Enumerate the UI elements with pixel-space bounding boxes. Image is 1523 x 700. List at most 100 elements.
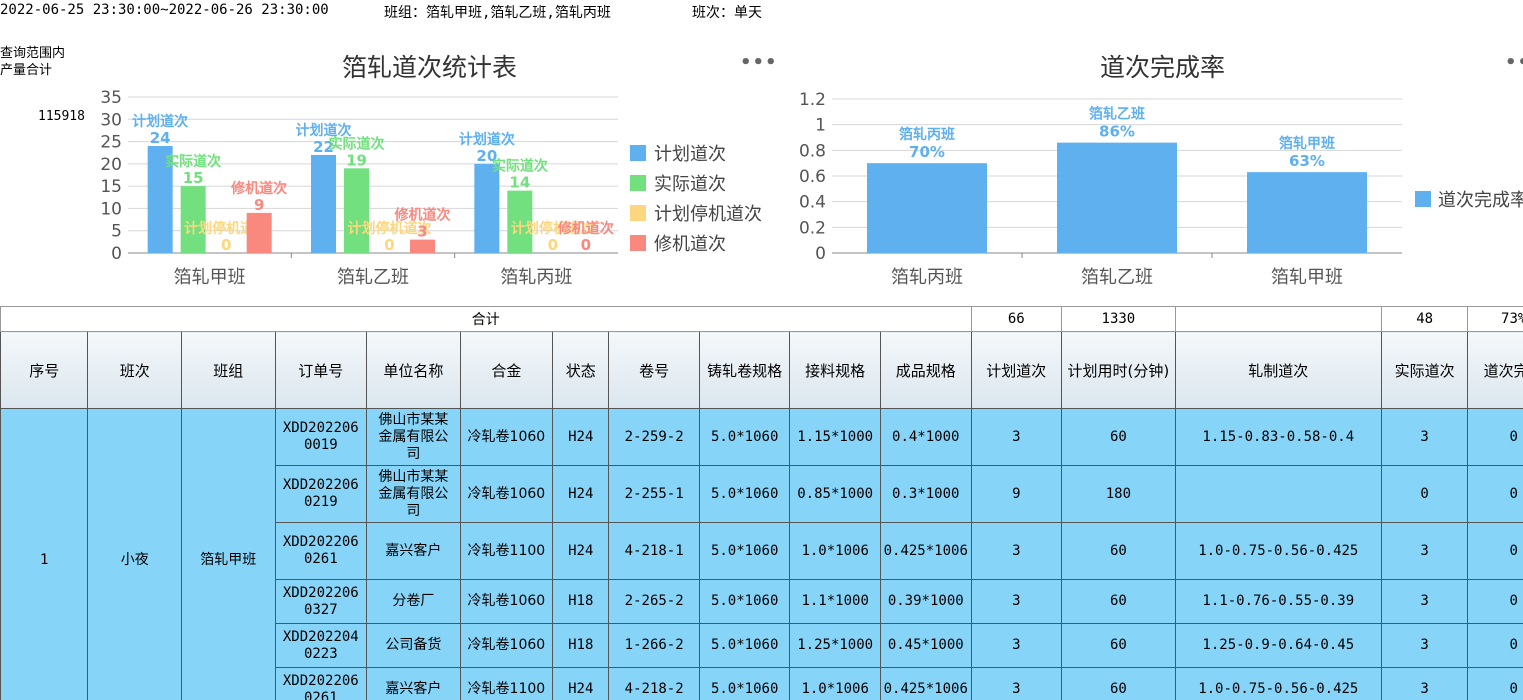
legend-swatch	[630, 145, 646, 161]
data-label: 14	[509, 174, 530, 192]
coil-number-cell: 4-218-1	[608, 522, 700, 580]
column-header[interactable]: 班组	[181, 331, 276, 409]
summary-plan-passes: 66	[970, 306, 1063, 332]
bar	[180, 186, 206, 253]
cast-spec-cell: 5.0*1060	[698, 579, 791, 624]
feed-spec-cell: 1.0*1006	[789, 522, 881, 580]
summary-actual-passes: 48	[1380, 306, 1469, 332]
completion-rate-cell: 0	[1467, 579, 1523, 624]
pass-stats-chart-menu-button[interactable]: •••	[740, 52, 778, 73]
data-label: 0	[384, 236, 394, 254]
legend-label: 实际道次	[654, 174, 726, 195]
completion-rate-chart-title: 道次完成率	[1100, 53, 1226, 82]
y-tick-label: 1	[815, 116, 826, 136]
column-header[interactable]: 成品规格	[879, 331, 972, 409]
product-spec-cell: 0.45*1000	[879, 623, 972, 668]
plan-minutes-cell: 60	[1061, 623, 1176, 668]
row-shift-cell: 小夜	[87, 408, 183, 700]
date-range-text: 2022-06-25 23:30:00~2022-06-26 23:30:00	[0, 2, 329, 18]
customer-cell: 分卷厂	[366, 579, 461, 624]
column-header[interactable]: 实际道次	[1380, 331, 1469, 409]
product-spec-cell: 0.4*1000	[879, 408, 972, 466]
feed-spec-cell: 1.0*1006	[789, 667, 881, 700]
cast-spec-cell: 5.0*1060	[698, 522, 791, 580]
column-header[interactable]: 道次完成	[1467, 331, 1523, 409]
data-label: 70%	[909, 143, 945, 161]
order-number-cell: XDD2022060261	[274, 667, 368, 700]
customer-cell: 嘉兴客户	[366, 667, 461, 700]
product-spec-cell: 0.39*1000	[879, 579, 972, 624]
series-label: 修机道次	[230, 180, 287, 197]
summary-pass-sequence	[1174, 306, 1382, 332]
pass-sequence-cell: 1.15-0.83-0.58-0.4	[1174, 408, 1382, 466]
row-seq-cell: 1	[0, 408, 89, 700]
column-header[interactable]: 铸轧卷规格	[698, 331, 791, 409]
team-filter-text: 班组：箔轧甲班,箔轧乙班,箔轧丙班	[384, 5, 611, 21]
bar	[867, 163, 987, 253]
pass-sequence-cell: 1.1-0.76-0.55-0.39	[1174, 579, 1382, 624]
data-label: 19	[346, 151, 367, 169]
column-header[interactable]: 计划用时(分钟)	[1061, 331, 1176, 409]
order-number-cell: XDD2022060219	[274, 465, 368, 523]
y-tick-label: 0	[815, 244, 826, 264]
column-header[interactable]: 单位名称	[366, 331, 461, 409]
product-spec-cell: 0.425*1006	[879, 522, 972, 580]
pass-stats-chart-title: 箔轧道次统计表	[342, 53, 518, 82]
column-header[interactable]: 班次	[87, 331, 183, 409]
completion-rate-cell: 0	[1467, 623, 1523, 668]
category-label: 箔轧甲班	[1279, 135, 1335, 152]
production-grid: 合计 66 1330 48 73% 序号班次班组订单号单位名称合金状态卷号铸轧卷…	[0, 306, 1523, 700]
column-header[interactable]: 计划道次	[970, 331, 1063, 409]
column-header[interactable]: 卷号	[608, 331, 700, 409]
y-tick-label: 0.6	[799, 167, 826, 187]
column-header[interactable]: 合金	[459, 331, 554, 409]
column-header[interactable]: 订单号	[274, 331, 368, 409]
summary-completion-rate: 73%	[1467, 306, 1523, 332]
bar	[246, 212, 272, 253]
state-cell: H24	[552, 667, 610, 700]
legend-label: 计划停机道次	[654, 204, 762, 225]
legend-label: 计划道次	[654, 144, 726, 165]
y-tick-label: 20	[100, 155, 122, 175]
customer-cell: 佛山市某某金属有限公司	[366, 408, 461, 466]
feed-spec-cell: 1.15*1000	[789, 408, 881, 466]
state-cell: H18	[552, 579, 610, 624]
y-tick-label: 1.2	[799, 90, 826, 110]
customer-cell: 佛山市某某金属有限公司	[366, 465, 461, 523]
legend-swatch	[630, 205, 646, 221]
completion-rate-cell: 0	[1467, 408, 1523, 466]
summary-plan-minutes: 1330	[1061, 306, 1176, 332]
pass-sequence-cell	[1174, 465, 1382, 523]
actual-passes-cell: 3	[1380, 623, 1469, 668]
legend-label: 修机道次	[654, 234, 726, 255]
column-header[interactable]: 轧制道次	[1174, 331, 1382, 409]
column-header[interactable]: 接料规格	[789, 331, 881, 409]
column-header[interactable]: 状态	[552, 331, 610, 409]
legend-swatch	[630, 235, 646, 251]
column-header[interactable]: 序号	[0, 331, 89, 409]
state-cell: H18	[552, 623, 610, 668]
y-tick-label: 0	[111, 244, 122, 264]
summary-row: 合计 66 1330 48 73%	[0, 306, 1523, 332]
x-tick-label: 箔轧甲班	[1271, 267, 1343, 288]
y-tick-label: 0.4	[799, 193, 826, 213]
category-label: 箔轧乙班	[1089, 106, 1145, 123]
production-total-value: 115918	[38, 109, 85, 124]
y-tick-label: 15	[100, 177, 122, 197]
customer-cell: 嘉兴客户	[366, 522, 461, 580]
cast-spec-cell: 5.0*1060	[698, 465, 791, 523]
legend-label: 道次完成率	[1438, 190, 1523, 211]
legend-swatch	[1415, 191, 1431, 207]
completion-rate-cell: 0	[1467, 667, 1523, 700]
summary-label: 合计	[0, 306, 972, 332]
table-row[interactable]: 1 小夜 箔轧甲班 XDD2022060019 佛山市某某金属有限公司 冷轧卷1060 H2…	[0, 408, 1523, 700]
completion-rate-chart-menu-button[interactable]: •••	[1505, 52, 1523, 73]
order-number-cell: XDD2022060019	[274, 408, 368, 466]
alloy-cell: 冷轧卷1060	[459, 623, 554, 668]
coil-number-cell: 2-259-2	[608, 408, 700, 466]
y-tick-label: 30	[100, 110, 122, 130]
state-cell: H24	[552, 522, 610, 580]
data-label: 15	[183, 169, 204, 187]
series-label: 计划道次	[132, 113, 188, 130]
actual-passes-cell: 3	[1380, 667, 1469, 700]
